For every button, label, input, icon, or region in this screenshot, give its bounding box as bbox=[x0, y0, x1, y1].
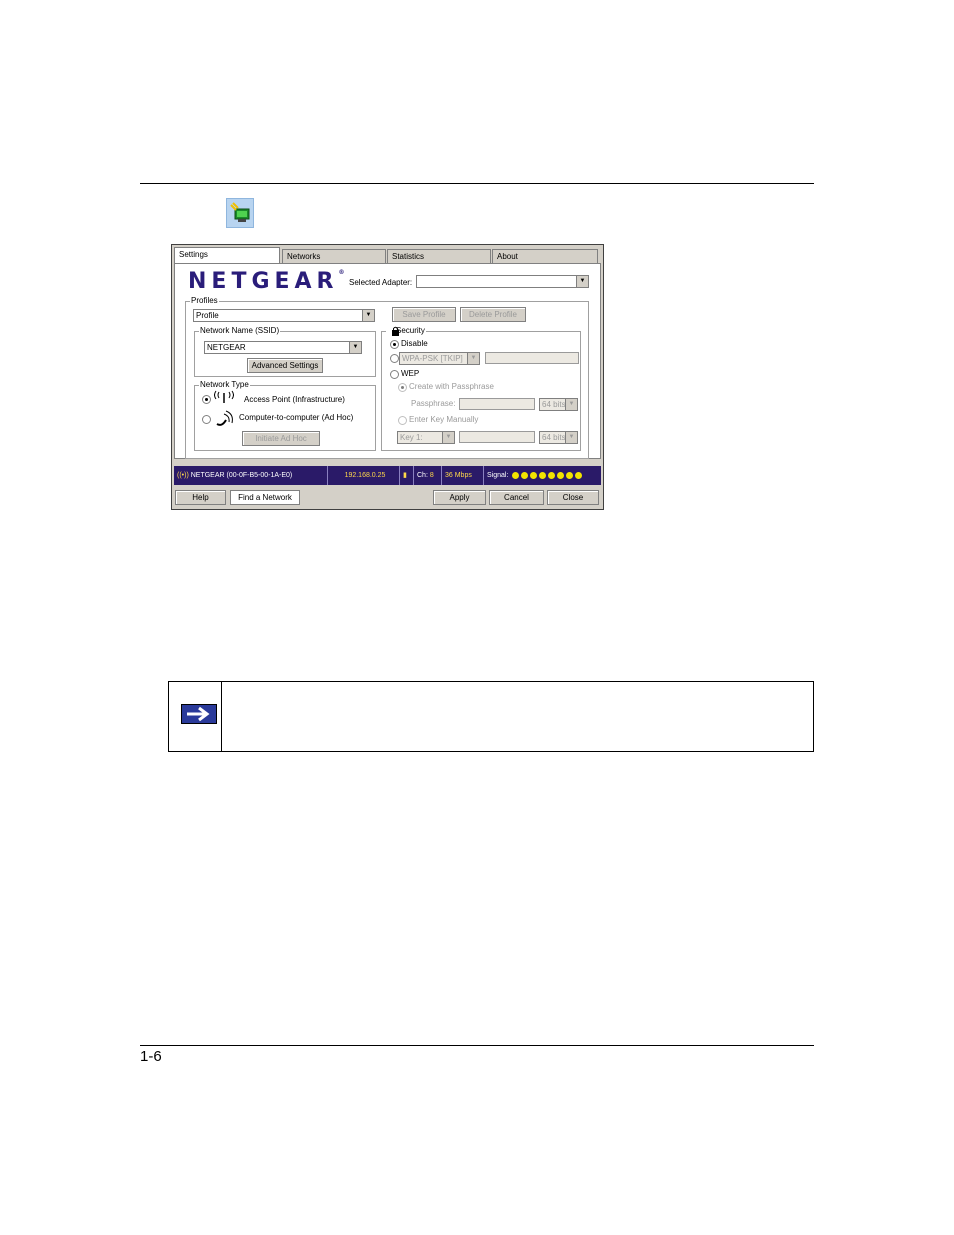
chevron-down-icon: ▼ bbox=[442, 432, 454, 443]
chevron-down-icon: ▼ bbox=[362, 310, 374, 321]
page-number: 1-6 bbox=[140, 1048, 162, 1065]
selected-adapter-select[interactable]: ▼ bbox=[416, 275, 589, 288]
profiles-title: Profiles bbox=[190, 296, 219, 306]
adhoc-icon bbox=[214, 410, 234, 430]
signal-dot bbox=[566, 471, 574, 479]
status-channel: Ch: 8 bbox=[414, 466, 442, 485]
adhoc-label: Computer-to-computer (Ad Hoc) bbox=[239, 413, 354, 422]
signal-dot bbox=[557, 471, 565, 479]
initiate-adhoc-button[interactable]: Initiate Ad Hoc bbox=[242, 431, 320, 446]
security-wpa-radio[interactable] bbox=[390, 354, 399, 363]
tab-networks[interactable]: Networks bbox=[282, 249, 386, 264]
selected-adapter-label: Selected Adapter: bbox=[349, 278, 413, 287]
note-divider bbox=[221, 682, 222, 751]
save-profile-button[interactable]: Save Profile bbox=[392, 307, 456, 322]
signal-dot bbox=[548, 471, 556, 479]
channel-value: 8 bbox=[429, 472, 434, 479]
signal-dot bbox=[539, 471, 547, 479]
passphrase-field[interactable] bbox=[459, 398, 535, 410]
signal-dot bbox=[512, 471, 520, 479]
signal-meter bbox=[510, 471, 583, 479]
tab-about[interactable]: About bbox=[492, 249, 598, 264]
network-type-title: Network Type bbox=[199, 380, 250, 390]
close-button[interactable]: Close bbox=[547, 490, 599, 505]
tab-statistics[interactable]: Statistics bbox=[387, 249, 491, 264]
ssid-select[interactable]: NETGEAR ▼ bbox=[204, 341, 362, 354]
chevron-down-icon: ▼ bbox=[565, 399, 577, 410]
status-bar: ((•)) NETGEAR (00-0F-B5-00-1A-E0) 192.16… bbox=[174, 466, 601, 485]
tab-strip: Settings Networks Statistics About bbox=[174, 247, 601, 265]
netgear-logo: NETGEAR® bbox=[188, 269, 345, 294]
apply-button[interactable]: Apply bbox=[433, 490, 486, 505]
channel-label: Ch: bbox=[417, 472, 428, 479]
chevron-down-icon: ▼ bbox=[565, 432, 577, 443]
security-disable-radio[interactable] bbox=[390, 340, 399, 349]
manual-key-field[interactable] bbox=[459, 431, 535, 443]
note-box bbox=[168, 681, 814, 752]
access-point-icon bbox=[214, 390, 234, 406]
status-speed: 36 Mbps bbox=[442, 466, 484, 485]
signal-dot bbox=[521, 471, 529, 479]
key-bits-select[interactable]: 64 bits ▼ bbox=[539, 431, 578, 444]
access-point-radio[interactable] bbox=[202, 395, 211, 404]
key-index-select[interactable]: Key 1: ▼ bbox=[397, 431, 455, 444]
antenna-icon: ((•)) bbox=[177, 472, 189, 479]
adhoc-radio[interactable] bbox=[202, 415, 211, 424]
signal-label: Signal: bbox=[487, 472, 509, 479]
enter-key-manually-label: Enter Key Manually bbox=[409, 415, 479, 424]
security-disable-label: Disable bbox=[401, 339, 428, 348]
padlock-icon: ▮ bbox=[403, 472, 407, 479]
passphrase-bits-select[interactable]: 64 bits ▼ bbox=[539, 398, 578, 411]
create-passphrase-radio[interactable] bbox=[398, 383, 407, 392]
lock-icon bbox=[391, 326, 400, 338]
wireless-monitor-icon[interactable] bbox=[226, 198, 254, 228]
security-wep-radio[interactable] bbox=[390, 370, 399, 379]
advanced-settings-button[interactable]: Advanced Settings bbox=[247, 358, 323, 373]
profile-select[interactable]: Profile ▼ bbox=[193, 309, 375, 322]
smart-wizard-dialog: Settings Networks Statistics About NETGE… bbox=[171, 244, 604, 510]
wpa-mode-select[interactable]: WPA-PSK [TKIP] ▼ bbox=[399, 352, 480, 365]
chevron-down-icon: ▼ bbox=[576, 276, 588, 287]
right-arrow-icon bbox=[181, 704, 217, 724]
chevron-down-icon: ▼ bbox=[467, 353, 479, 364]
footer-rule bbox=[140, 1045, 814, 1046]
status-lock: ▮ bbox=[400, 466, 414, 485]
security-wep-label: WEP bbox=[401, 369, 420, 378]
wpa-key-field[interactable] bbox=[485, 352, 579, 364]
create-passphrase-label: Create with Passphrase bbox=[409, 382, 494, 391]
delete-profile-button[interactable]: Delete Profile bbox=[460, 307, 526, 322]
help-button[interactable]: Help bbox=[175, 490, 226, 505]
status-ip: 192.168.0.25 bbox=[328, 466, 400, 485]
header-rule bbox=[140, 183, 814, 184]
find-network-button[interactable]: Find a Network bbox=[230, 490, 300, 505]
network-name-title: Network Name (SSID) bbox=[199, 326, 281, 336]
signal-dot bbox=[530, 471, 538, 479]
status-signal: Signal: bbox=[484, 466, 601, 485]
status-network: ((•)) NETGEAR (00-0F-B5-00-1A-E0) bbox=[174, 466, 328, 485]
cancel-button[interactable]: Cancel bbox=[489, 490, 544, 505]
enter-key-manually-radio[interactable] bbox=[398, 416, 407, 425]
chevron-down-icon: ▼ bbox=[349, 342, 361, 353]
passphrase-label: Passphrase: bbox=[411, 399, 456, 408]
access-point-label: Access Point (Infrastructure) bbox=[244, 395, 345, 404]
signal-dot bbox=[575, 471, 583, 479]
